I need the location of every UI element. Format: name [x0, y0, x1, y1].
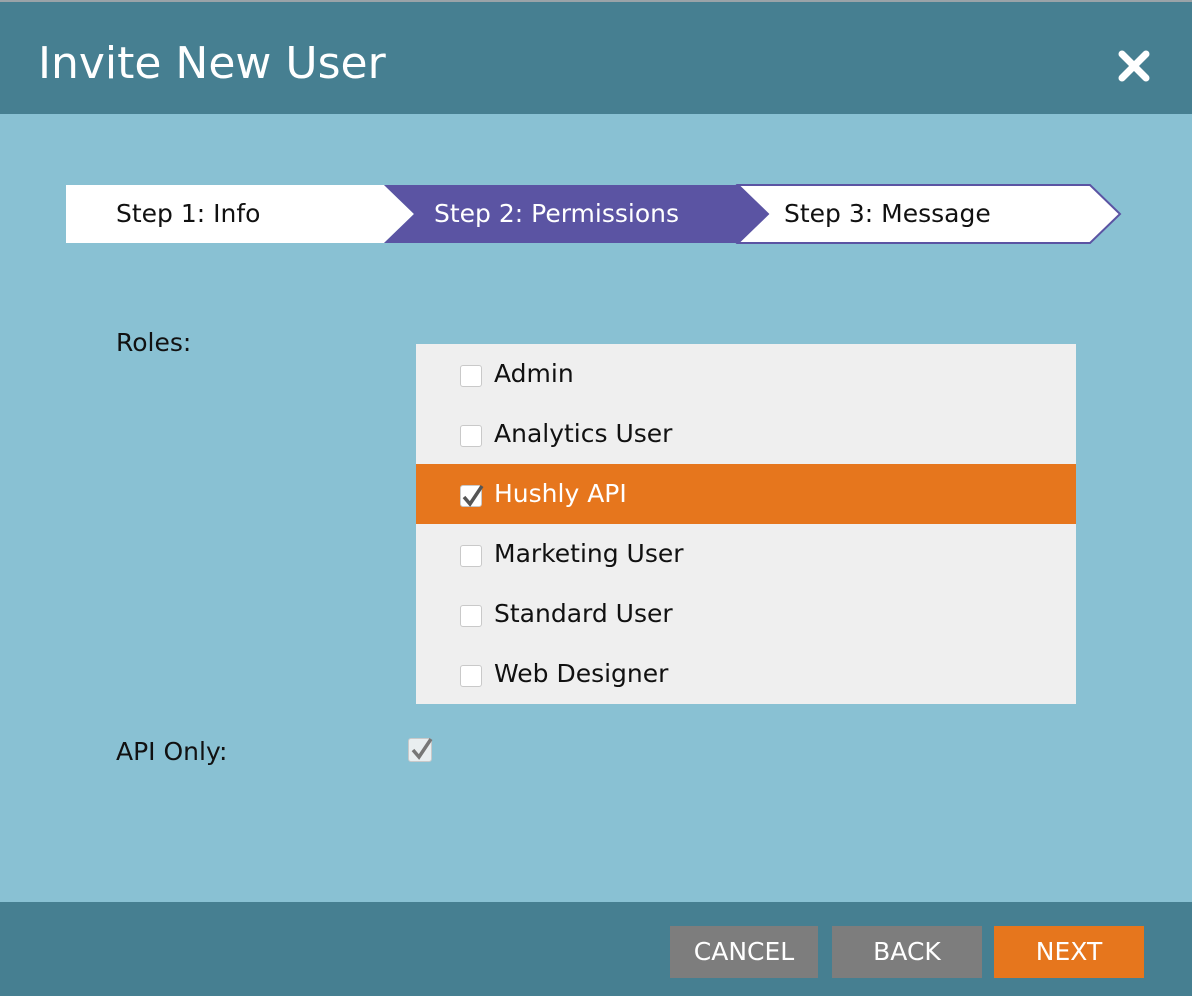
role-item-analytics-user[interactable]: Analytics User — [416, 404, 1076, 464]
step-3-message[interactable]: Step 3: Message — [784, 184, 991, 244]
role-label: Standard User — [494, 599, 673, 628]
role-item-marketing-user[interactable]: Marketing User — [416, 524, 1076, 584]
role-label: Web Designer — [494, 659, 669, 688]
role-label: Marketing User — [494, 539, 684, 568]
api-only-checkbox[interactable] — [408, 738, 433, 762]
role-checkbox[interactable] — [460, 425, 482, 447]
role-label: Analytics User — [494, 419, 673, 448]
roles-list: Admin Analytics User Hushly API Marketin… — [416, 344, 1076, 704]
step-1-info[interactable]: Step 1: Info — [116, 184, 260, 244]
role-item-web-designer[interactable]: Web Designer — [416, 644, 1076, 704]
dialog-header: Invite New User — [0, 2, 1192, 114]
role-item-admin[interactable]: Admin — [416, 344, 1076, 404]
role-checkbox[interactable] — [460, 545, 482, 567]
role-item-hushly-api[interactable]: Hushly API — [416, 464, 1076, 524]
role-item-standard-user[interactable]: Standard User — [416, 584, 1076, 644]
role-checkbox-checked[interactable] — [460, 485, 484, 507]
close-icon — [1118, 50, 1150, 82]
role-checkbox[interactable] — [460, 665, 482, 687]
close-button[interactable] — [1114, 46, 1154, 86]
role-label: Hushly API — [494, 479, 627, 508]
role-checkbox[interactable] — [460, 365, 482, 387]
api-only-label: API Only: — [116, 737, 228, 766]
dialog-title: Invite New User — [38, 38, 386, 89]
role-label: Admin — [494, 359, 574, 388]
roles-label: Roles: — [116, 328, 192, 357]
role-checkbox[interactable] — [460, 605, 482, 627]
next-button[interactable]: NEXT — [994, 926, 1144, 978]
step-2-permissions[interactable]: Step 2: Permissions — [434, 184, 679, 244]
checkmark-icon — [411, 738, 433, 760]
checkmark-icon — [462, 485, 484, 507]
cancel-button[interactable]: CANCEL — [670, 926, 818, 978]
back-button[interactable]: BACK — [832, 926, 982, 978]
wizard-steps: Step 1: Info Step 2: Permissions Step 3:… — [66, 184, 1122, 244]
